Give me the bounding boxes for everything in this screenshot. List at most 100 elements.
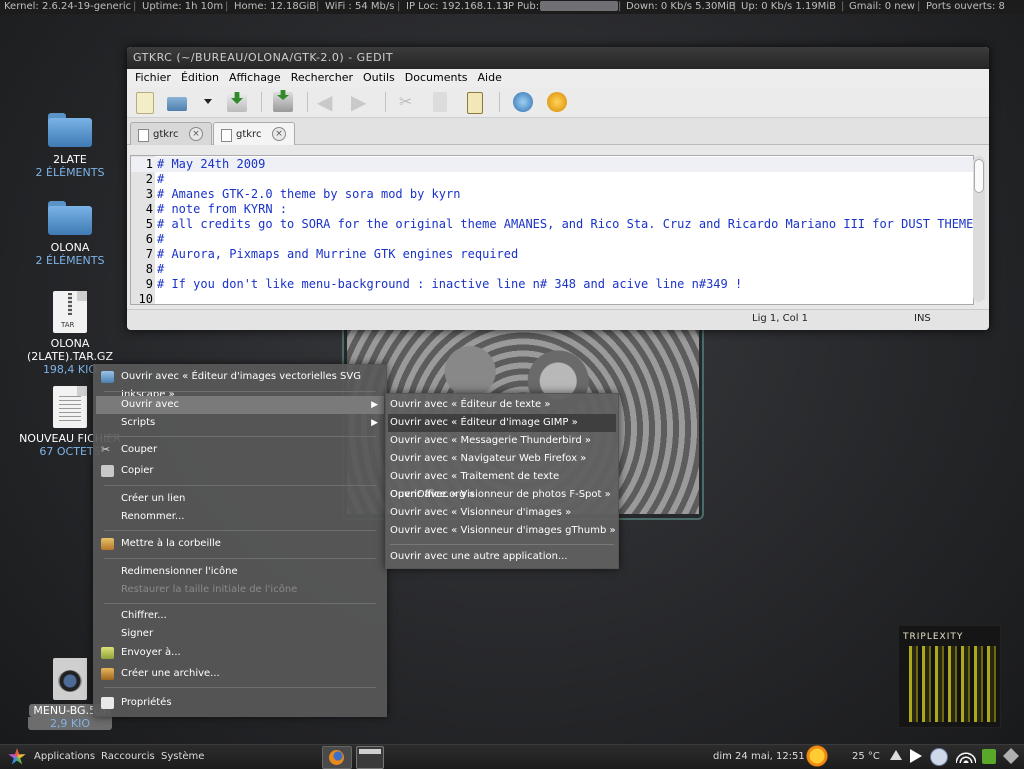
submenu-open-firefox[interactable]: Ouvrir avec « Navigateur Web Firefox » <box>388 450 616 468</box>
menu-create-link[interactable]: Créer un lien <box>96 490 384 508</box>
document-tabs: gtkrc × gtkrc × <box>127 118 989 145</box>
menu-create-archive[interactable]: Créer une archive... <box>96 665 384 683</box>
desktop-folder-2late[interactable]: 2LATE 2 ÉLÉMENTS <box>15 113 125 179</box>
close-tab-icon[interactable]: × <box>272 127 286 141</box>
desktop-folder-olona[interactable]: OLONA 2 ÉLÉMENTS <box>15 201 125 267</box>
update-icon[interactable] <box>982 749 996 764</box>
ip-public-redacted <box>540 1 618 12</box>
copy-icon[interactable] <box>433 92 447 112</box>
cut-icon[interactable]: ✂ <box>399 92 419 112</box>
menu-fichier[interactable]: Fichier <box>130 69 176 87</box>
close-tab-icon[interactable]: × <box>189 127 203 141</box>
taskbar-window[interactable] <box>356 746 384 769</box>
tab-gtkrc-1[interactable]: gtkrc × <box>130 122 212 145</box>
insert-mode: INS <box>914 313 931 324</box>
upload-readout: Up: 0 Kb/s 1.19MiB <box>741 1 836 12</box>
clock-applet-icon[interactable] <box>930 748 948 766</box>
power-icon[interactable] <box>1003 748 1019 764</box>
print-icon[interactable] <box>273 90 293 112</box>
download-readout: Down: 0 Kb/s 5.30MiB <box>626 1 736 12</box>
vertical-scrollbar[interactable] <box>973 156 985 302</box>
submenu-open-thunderbird[interactable]: Ouvrir avec « Messagerie Thunderbird » <box>388 432 616 450</box>
menu-trash[interactable]: Mettre à la corbeille <box>96 535 384 553</box>
menu-restore-icon-size: Restaurer la taille initiale de l'icône <box>121 584 298 595</box>
submenu-open-image-viewer[interactable]: Ouvrir avec « Visionneur d'images » <box>388 504 616 522</box>
gedit-window[interactable]: GTKRC (~/BUREAU/OLONA/GTK-2.0) - GEDIT F… <box>127 47 989 330</box>
document-icon <box>221 129 232 142</box>
code-line: 3 # Amanes GTK-2.0 theme by sora mod by k… <box>145 187 461 201</box>
menu-copy[interactable]: Copier <box>96 462 384 480</box>
play-icon[interactable] <box>910 749 922 763</box>
menu-applications[interactable]: Applications <box>34 751 95 762</box>
folder-icon <box>48 113 92 147</box>
submenu-open-openoffice[interactable]: Ouvrir avec « Traitement de texte OpenOf… <box>388 468 616 500</box>
open-recent-dropdown-icon[interactable] <box>204 99 212 104</box>
submenu-open-other-app[interactable]: Ouvrir avec une autre application... <box>388 548 616 566</box>
eject-icon[interactable] <box>890 750 902 760</box>
menu-affichage[interactable]: Affichage <box>224 69 286 87</box>
gmail-readout: Gmail: 0 new <box>849 1 915 12</box>
menu-send-to[interactable]: Envoyer à... <box>96 644 384 662</box>
menu-encrypt[interactable]: Chiffrer... <box>96 607 384 625</box>
send-icon <box>101 647 114 659</box>
submenu-open-text-editor[interactable]: Ouvrir avec « Éditeur de texte » <box>388 396 616 414</box>
menu-rename[interactable]: Renommer... <box>96 508 384 526</box>
album-title: TRIPLEXITY <box>903 632 964 642</box>
submenu-open-gimp[interactable]: Ouvrir avec « Éditeur d'image GIMP » <box>388 414 616 432</box>
cursor-position: Lig 1, Col 1 <box>752 313 809 324</box>
tab-gtkrc-2[interactable]: gtkrc × <box>213 122 295 145</box>
menu-systeme[interactable]: Système <box>161 751 204 762</box>
menu-rechercher[interactable]: Rechercher <box>286 69 358 87</box>
archive-icon <box>101 668 114 680</box>
scrollbar-thumb[interactable] <box>974 159 984 193</box>
desktop-icon-info: 2 ÉLÉMENTS <box>35 166 105 179</box>
code-line: 8 # <box>145 262 165 276</box>
ip-local-readout: IP Loc: 192.168.1.13 <box>406 1 509 12</box>
submenu-arrow-icon: ▶ <box>371 418 378 428</box>
menu-raccourcis[interactable]: Raccourcis <box>101 751 155 762</box>
paste-icon[interactable] <box>467 92 483 114</box>
text-editor-area[interactable]: 1 # May 24th 2009 2 # 3 # Amanes GTK-2.0 th… <box>130 155 974 305</box>
menu-edition[interactable]: Édition <box>176 69 224 87</box>
window-title[interactable]: GTKRC (~/BUREAU/OLONA/GTK-2.0) - GEDIT <box>127 47 989 69</box>
search-replace-icon[interactable] <box>547 92 567 112</box>
submenu-open-gthumb[interactable]: Ouvrir avec « Visionneur d'images gThumb… <box>388 522 616 540</box>
wifi-readout: WiFi : 54 Mb/s <box>325 1 395 12</box>
menu-scripts[interactable]: Scripts ▶ <box>96 414 384 432</box>
menu-aide[interactable]: Aide <box>473 69 507 87</box>
distro-logo-icon[interactable] <box>8 748 26 765</box>
menu-sign[interactable]: Signer <box>96 625 384 643</box>
open-with-submenu: Ouvrir avec « Éditeur de texte » Ouvrir … <box>385 393 619 569</box>
taskbar-firefox[interactable] <box>322 746 352 769</box>
uptime-readout: Uptime: 1h 10m <box>142 1 224 12</box>
menu-open-inkscape[interactable]: Ouvrir avec « Éditeur d'images vectoriel… <box>96 368 384 400</box>
open-document-icon[interactable] <box>167 97 187 111</box>
submenu-open-fspot[interactable]: Ouvrir avec « Visionneur de photos F-Spo… <box>388 486 616 504</box>
album-art-widget[interactable]: TRIPLEXITY <box>898 625 1001 728</box>
menu-resize-icon[interactable]: Redimensionner l'icône <box>96 563 384 581</box>
temperature[interactable]: 25 °C <box>852 751 880 762</box>
tab-label: gtkrc <box>236 129 262 140</box>
undo-icon[interactable]: ◀ <box>317 92 337 112</box>
menu-open-with[interactable]: Ouvrir avec ▶ <box>96 396 384 414</box>
clock[interactable]: dim 24 mai, 12:51 <box>713 751 805 762</box>
weather-sun-icon[interactable] <box>802 745 832 767</box>
menu-cut[interactable]: ✂ Couper <box>96 441 384 459</box>
menu-documents[interactable]: Documents <box>400 69 473 87</box>
redo-icon[interactable]: ▶ <box>351 92 371 112</box>
menu-outils[interactable]: Outils <box>358 69 400 87</box>
wifi-icon[interactable] <box>956 749 976 763</box>
ip-public-readout: IP Pub: <box>505 1 540 12</box>
save-icon[interactable] <box>227 92 247 112</box>
desktop-icon-info: 2 ÉLÉMENTS <box>35 254 105 267</box>
menu-properties[interactable]: Propriétés <box>96 694 384 712</box>
home-readout: Home: 12.18GiB <box>234 1 317 12</box>
trash-icon <box>101 538 114 550</box>
folder-icon <box>48 201 92 235</box>
code-line: 4 # note from KYRN : <box>145 202 288 216</box>
desktop-icon-label: OLONA <box>50 241 90 254</box>
search-icon[interactable] <box>513 92 533 112</box>
new-document-icon[interactable] <box>136 92 154 114</box>
tab-label: gtkrc <box>153 129 179 140</box>
desktop-icon-info: 2,9 KIO <box>27 717 113 730</box>
